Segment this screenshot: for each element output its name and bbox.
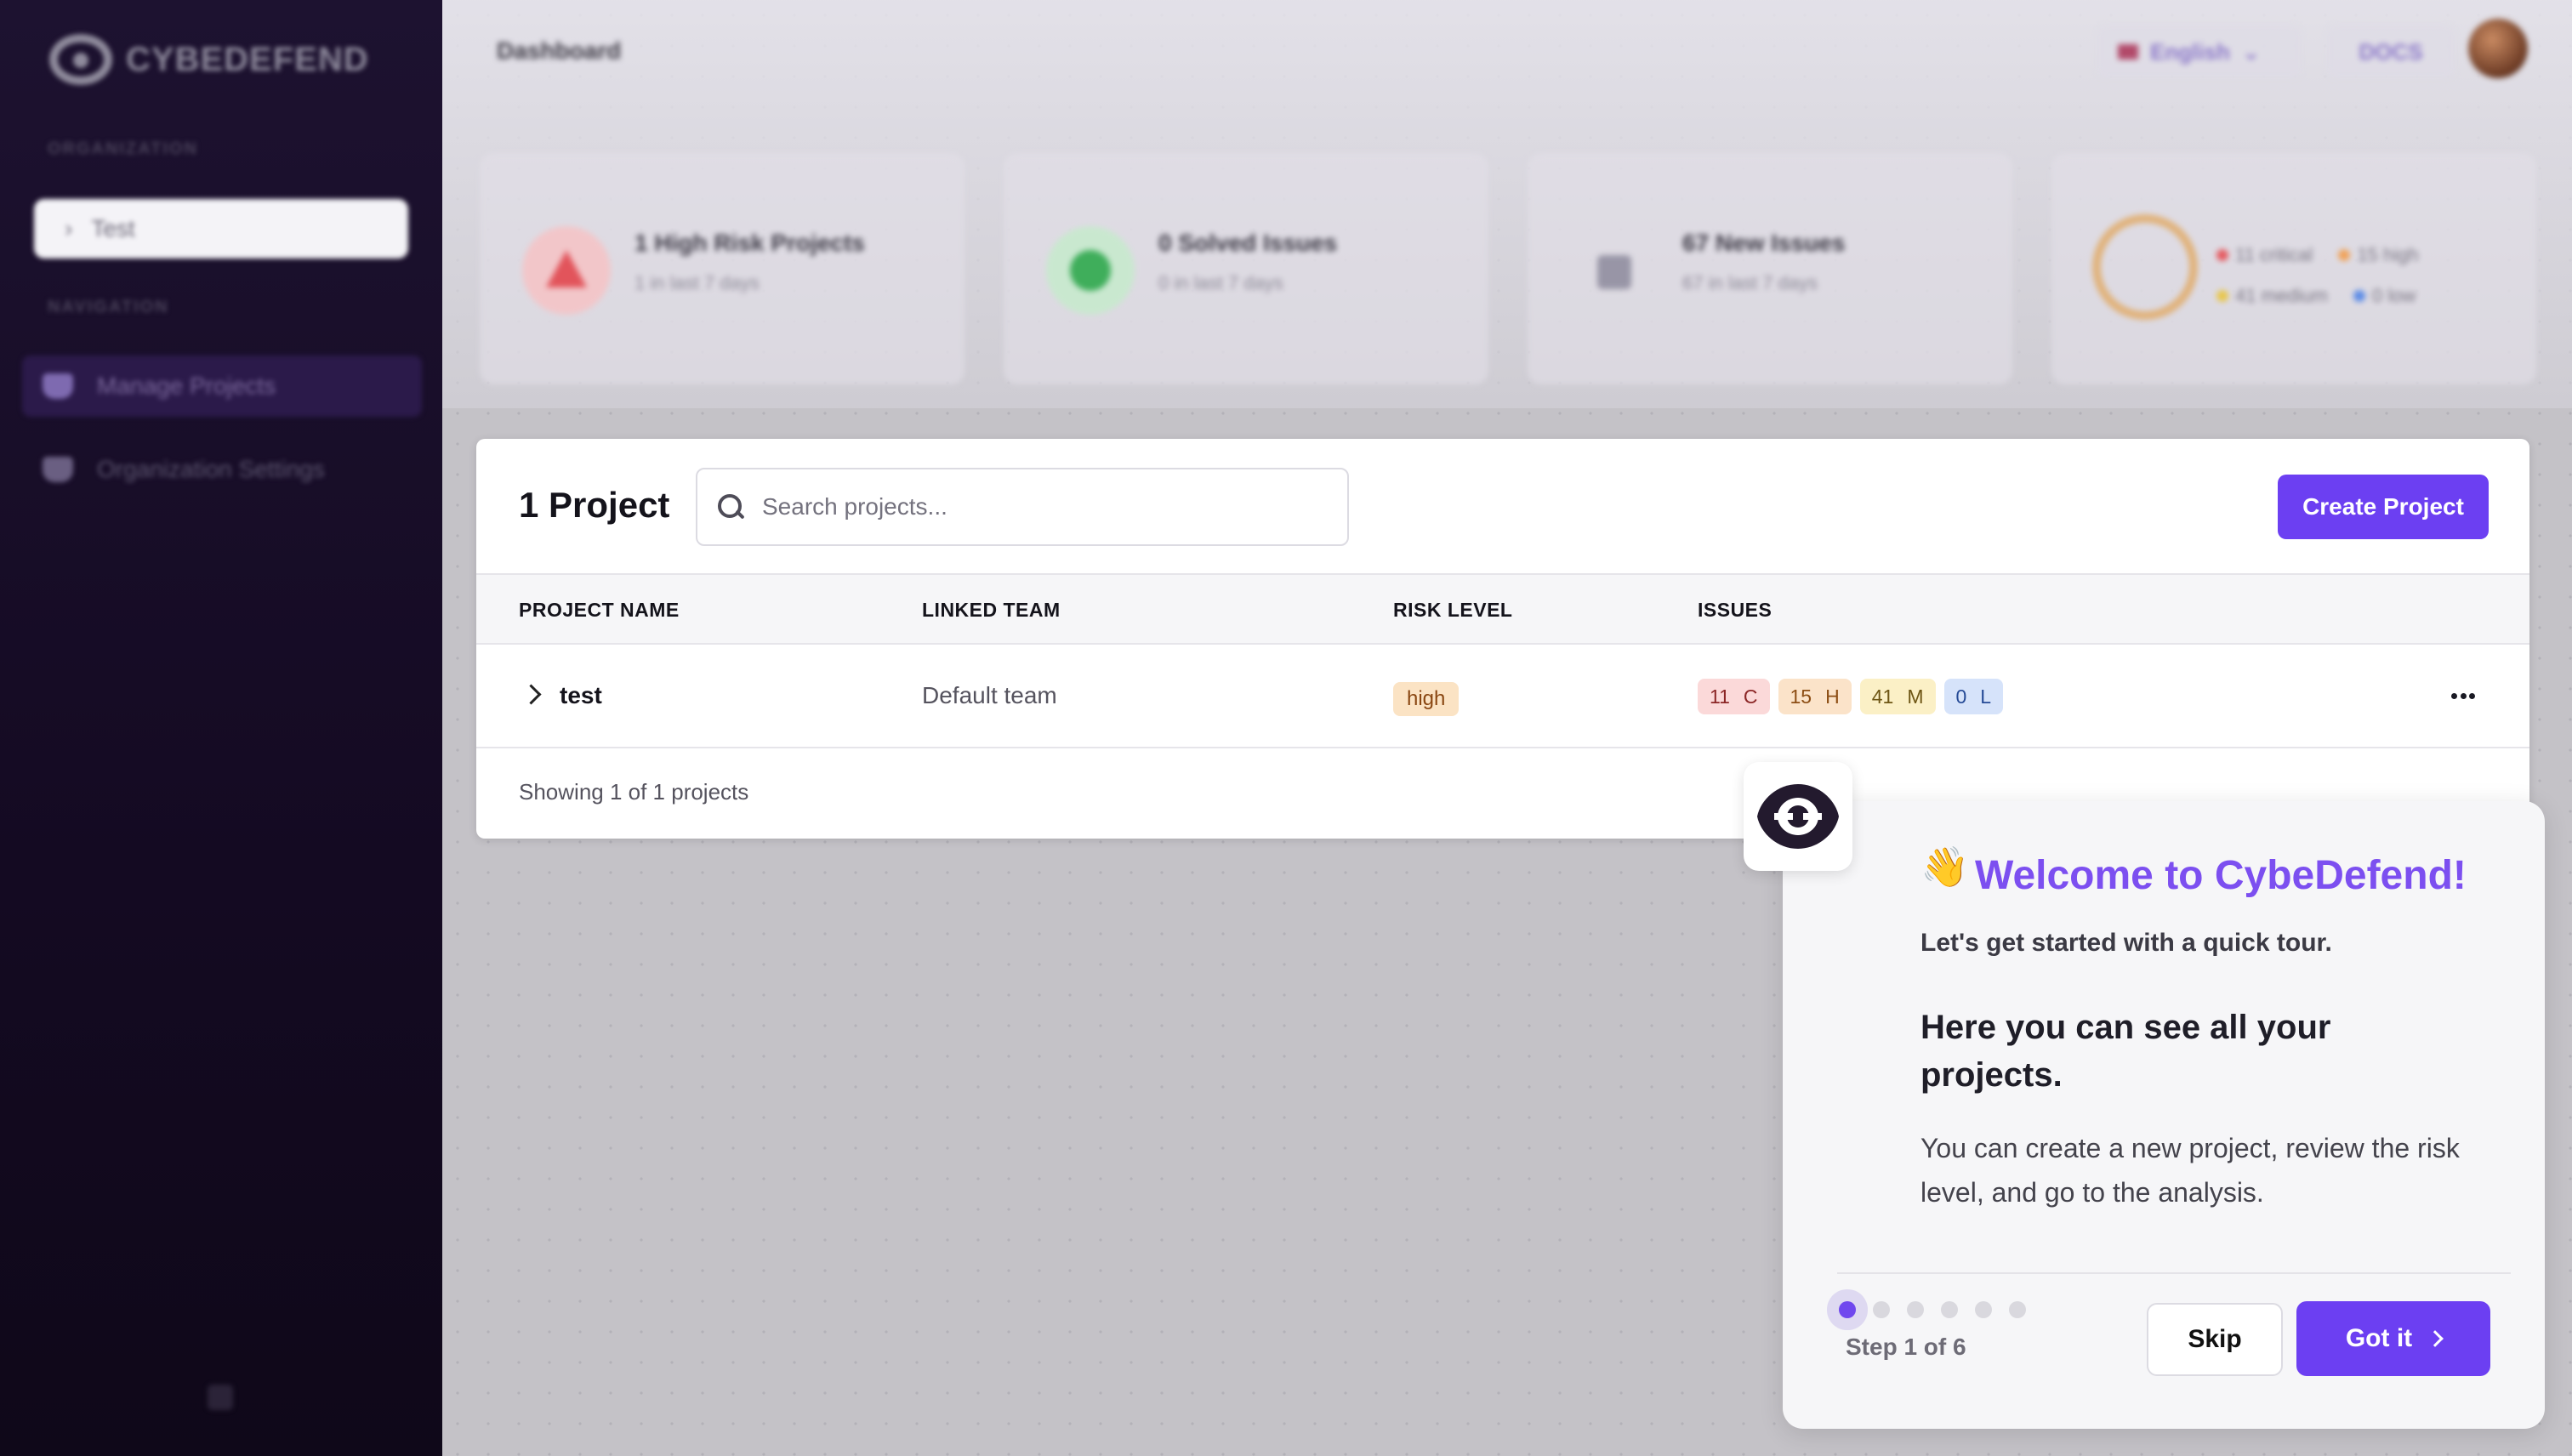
sidebar-item-label: Organization Settings <box>97 456 325 482</box>
sidebar-logo: CYBEDEFEND <box>49 34 369 85</box>
chevron-down-icon: ⌄ <box>2241 38 2261 65</box>
cybedefend-logo-icon <box>1744 762 1852 871</box>
stat-card-high-risk: 1 High Risk Projects 1 in last 7 days <box>480 153 964 384</box>
language-label: English <box>2150 38 2230 65</box>
search-icon <box>716 492 745 521</box>
issue-badge-high: 15 H <box>1778 679 1852 714</box>
onboarding-tour-popover: 👋 Welcome to CybeDefend! Let's get start… <box>1783 801 2545 1429</box>
stat-title: 1 High Risk Projects <box>634 230 865 256</box>
progress-dot-active <box>1839 1301 1856 1318</box>
chevron-right-icon: › <box>65 215 73 242</box>
language-selector[interactable]: English ⌄ <box>2097 26 2302 78</box>
tour-divider <box>1837 1272 2511 1274</box>
create-project-button[interactable]: Create Project <box>2278 475 2489 539</box>
page-title: Dashboard <box>497 37 622 64</box>
pagination-summary: Showing 1 of 1 projects <box>519 779 749 805</box>
skip-tour-button[interactable]: Skip <box>2147 1303 2283 1376</box>
stat-card-new-issues: 67 New Issues 67 in last 7 days <box>1528 153 2012 384</box>
projects-card: 1 Project Create Project PROJECT NAME LI… <box>476 439 2529 839</box>
progress-dot <box>1975 1301 1992 1318</box>
expand-chevron-icon[interactable] <box>519 682 544 708</box>
projects-count-title: 1 Project <box>519 485 670 525</box>
search-input[interactable] <box>762 493 1323 520</box>
tour-step-body: You can create a new project, review the… <box>1920 1133 2460 1208</box>
linked-team: Default team <box>922 682 1057 708</box>
stat-subtitle: 1 in last 7 days <box>634 272 760 293</box>
section-label-navigation: NAVIGATION <box>48 298 169 316</box>
column-header-risk-level[interactable]: RISK LEVEL <box>1393 599 1512 622</box>
stat-subtitle: 67 in last 7 days <box>1682 272 1818 293</box>
got-it-button[interactable]: Got it <box>2296 1301 2490 1376</box>
sidebar: CYBEDEFEND ORGANIZATION › Test NAVIGATIO… <box>0 0 442 1456</box>
legend-high: 15 high <box>2338 235 2419 276</box>
issue-badge-medium: 41 M <box>1859 679 1936 714</box>
cybedefend-logo-icon <box>49 34 112 85</box>
stat-subtitle: 0 in last 7 days <box>1158 272 1283 293</box>
tour-subtitle: Let's get started with a quick tour. <box>1920 929 2332 957</box>
progress-dot <box>1907 1301 1924 1318</box>
got-it-label: Got it <box>2345 1324 2413 1352</box>
risk-level-badge: high <box>1393 682 1460 716</box>
organization-name: Test <box>91 215 135 242</box>
section-label-organization: ORGANIZATION <box>48 139 198 158</box>
column-header-issues[interactable]: ISSUES <box>1698 599 1772 622</box>
severity-legend: 11 critical 15 high 41 medium 0 low <box>2216 235 2523 316</box>
tour-step-heading: Here you can see all your projects. <box>1920 1009 2331 1094</box>
more-options-icon[interactable] <box>2441 679 2485 713</box>
column-header-linked-team[interactable]: LINKED TEAM <box>922 599 1061 622</box>
legend-low: 0 low <box>2353 276 2416 316</box>
search-box[interactable] <box>696 468 1349 546</box>
logo-text: CYBEDEFEND <box>126 40 369 78</box>
stat-title: 0 Solved Issues <box>1158 230 1338 256</box>
dashboard-header-area: Dashboard English ⌄ DOCS 1 High Risk Pro… <box>442 0 2572 408</box>
progress-dot <box>1873 1301 1890 1318</box>
sidebar-item-label: Manage Projects <box>97 373 276 399</box>
blurred-dashboard-content: Dashboard English ⌄ DOCS 1 High Risk Pro… <box>442 0 2572 408</box>
chevron-right-icon <box>2427 1330 2444 1347</box>
column-header-project-name[interactable]: PROJECT NAME <box>519 599 680 622</box>
progress-dot <box>2009 1301 2026 1318</box>
stat-card-solved-issues: 0 Solved Issues 0 in last 7 days <box>1004 153 1488 384</box>
tour-step-counter: Step 1 of 6 <box>1846 1334 1966 1360</box>
tour-title: Welcome to CybeDefend! <box>1975 853 2467 898</box>
severity-donut-chart <box>2092 214 2198 320</box>
shield-icon <box>43 457 73 482</box>
collapse-sidebar-icon[interactable] <box>208 1385 233 1410</box>
docs-button[interactable]: DOCS <box>2327 26 2455 78</box>
check-circle-icon <box>1046 226 1135 315</box>
user-avatar[interactable] <box>2468 19 2528 78</box>
funnel-icon <box>43 373 73 399</box>
table-row[interactable]: test Default team high 11 C 15 H 41 M 0L <box>476 645 2529 748</box>
legend-critical: 11 critical <box>2216 235 2313 276</box>
sidebar-item-organization-settings[interactable]: Organization Settings <box>22 439 422 500</box>
progress-dot <box>1941 1301 1958 1318</box>
issue-badge-critical: 11 C <box>1698 679 1770 714</box>
stat-title: 67 New Issues <box>1682 230 1846 256</box>
stat-card-severity-donut: 11 critical 15 high 41 medium 0 low <box>2051 153 2536 384</box>
organization-selector[interactable]: › Test <box>34 199 408 259</box>
warning-triangle-icon <box>522 226 611 315</box>
new-issues-icon <box>1570 226 1659 315</box>
table-header: PROJECT NAME LINKED TEAM RISK LEVEL ISSU… <box>476 573 2529 645</box>
issue-badges: 11 C 15 H 41 M 0L <box>1698 679 2004 714</box>
sidebar-item-manage-projects[interactable]: Manage Projects <box>22 355 422 417</box>
sidebar-blurred-content: CYBEDEFEND ORGANIZATION › Test NAVIGATIO… <box>0 0 442 1456</box>
tour-progress-dots <box>1839 1301 2026 1318</box>
project-name[interactable]: test <box>560 682 602 709</box>
flag-icon <box>2118 44 2138 60</box>
legend-medium: 41 medium <box>2216 276 2328 316</box>
issue-badge-low: 0L <box>1943 679 2004 714</box>
waving-hand-icon: 👋 <box>1920 845 1970 889</box>
